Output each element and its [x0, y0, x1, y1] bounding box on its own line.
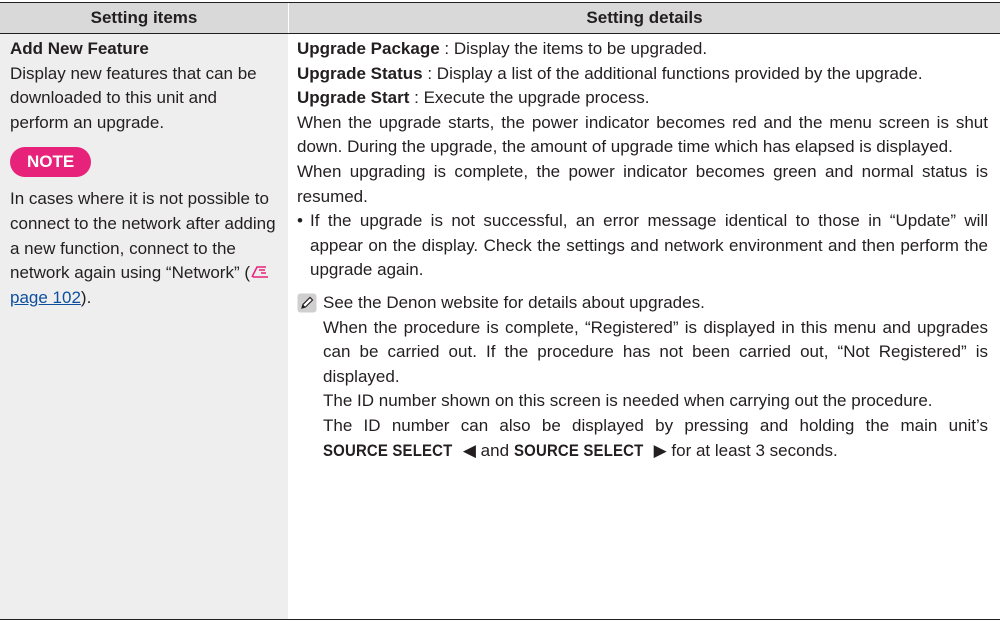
memo-line-2: When the procedure is complete, “Registe…: [323, 317, 988, 386]
source-select-key-2: SOURCE SELECT: [513, 440, 644, 460]
note-text-after: ).: [80, 287, 92, 307]
right-arrow-icon: ▶: [653, 440, 667, 460]
list-item: • If the upgrade is not successful, an e…: [297, 209, 988, 283]
setting-item-cell: Add New Feature Display new features tha…: [0, 34, 288, 619]
note-text: In cases where it is not possible to con…: [10, 187, 278, 310]
memo-line-4-mid: and: [475, 440, 514, 460]
memo-line-3: The ID number shown on this screen is ne…: [323, 391, 933, 411]
memo-line-4-b: for at least 3 seconds.: [666, 440, 838, 460]
page-link[interactable]: page 102: [10, 288, 81, 307]
setting-item-description: Display new features that can be downloa…: [10, 63, 257, 132]
note-text-before: In cases where it is not possible to con…: [10, 189, 276, 283]
pencil-memo-icon: [297, 291, 323, 463]
note-badge: NOTE: [10, 147, 92, 178]
left-arrow-icon: ◀: [462, 440, 476, 460]
upgrade-status-text: : Display a list of the additional funct…: [422, 63, 923, 83]
upgrade-start-label: Upgrade Start: [297, 88, 410, 108]
memo-block: See the Denon website for details about …: [297, 291, 988, 463]
bullet-dot-icon: •: [297, 211, 303, 231]
table-header: Setting items Setting details: [0, 2, 1000, 34]
upgrade-start-paragraph: When the upgrade starts, the power indic…: [297, 112, 988, 157]
setting-details-cell: Upgrade Package : Display the items to b…: [288, 34, 1000, 619]
memo-line-4-a: The ID number can also be displayed by p…: [323, 415, 988, 435]
upgrade-package-text: : Display the items to be upgraded.: [439, 39, 708, 58]
table-row: Add New Feature Display new features tha…: [0, 34, 1000, 620]
setting-item-title: Add New Feature: [10, 39, 149, 58]
header-setting-details: Setting details: [288, 3, 1000, 33]
upgrade-start-text: : Execute the upgrade process.: [409, 88, 650, 108]
memo-line-1: See the Denon website for details about …: [323, 292, 705, 312]
page-reference-icon[interactable]: [250, 264, 270, 280]
upgrade-status-label: Upgrade Status: [297, 63, 423, 83]
source-select-key-1: SOURCE SELECT: [323, 440, 453, 460]
settings-table: Setting items Setting details Add New Fe…: [0, 2, 1000, 620]
error-bullet-text: If the upgrade is not successful, an err…: [310, 211, 988, 280]
memo-line-4: The ID number can also be displayed by p…: [323, 414, 988, 463]
header-setting-items: Setting items: [90, 8, 198, 27]
upgrade-package-label: Upgrade Package: [297, 39, 440, 58]
upgrade-complete-paragraph: When upgrading is complete, the power in…: [297, 161, 988, 206]
